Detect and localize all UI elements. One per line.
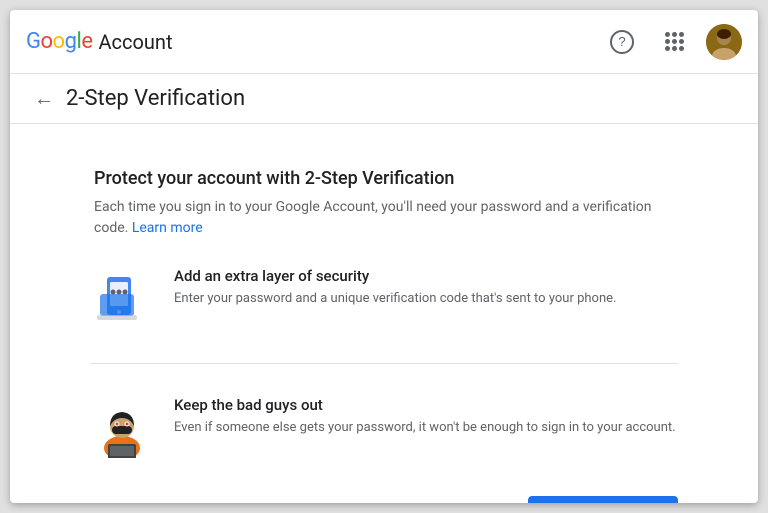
main-content: Protect your account with 2-Step Verific… [10, 124, 758, 503]
bad-guys-icon [92, 398, 152, 458]
top-bar-actions: ? [602, 22, 742, 62]
top-nav-bar: Google Account ? [10, 10, 758, 74]
account-label: Account [98, 30, 172, 54]
page-title-bar: ← 2-Step Verification [10, 74, 758, 124]
avatar-image [706, 24, 742, 60]
apps-button[interactable] [654, 22, 694, 62]
info-title: Protect your account with 2-Step Verific… [94, 168, 674, 189]
browser-frame: Google Account ? [10, 10, 758, 503]
apps-grid-icon [665, 32, 684, 51]
logo-area: Google Account [26, 29, 173, 54]
feature-row-security: Add an extra layer of security Enter you… [90, 259, 678, 339]
learn-more-link[interactable]: Learn more [132, 220, 203, 236]
help-icon: ? [610, 30, 634, 54]
page-title: 2-Step Verification [66, 86, 245, 111]
info-description: Each time you sign in to your Google Acc… [94, 197, 674, 239]
feature-row-bad-guys: Keep the bad guys out Even if someone el… [90, 388, 678, 468]
info-section: Protect your account with 2-Step Verific… [90, 168, 678, 239]
feature-title-security: Add an extra layer of security [174, 267, 616, 285]
security-icon-area [90, 267, 154, 331]
security-icon [92, 269, 152, 329]
feature-desc-bad-guys: Even if someone else gets your password,… [174, 418, 676, 438]
bottom-action: GET STARTED [90, 488, 678, 503]
get-started-button[interactable]: GET STARTED [528, 496, 678, 503]
divider [90, 363, 678, 364]
feature-desc-security: Enter your password and a unique verific… [174, 289, 616, 309]
back-button[interactable]: ← [34, 86, 54, 111]
feature-text-bad-guys: Keep the bad guys out Even if someone el… [174, 396, 676, 438]
bad-guys-icon-area [90, 396, 154, 460]
help-button[interactable]: ? [602, 22, 642, 62]
feature-title-bad-guys: Keep the bad guys out [174, 396, 676, 414]
google-logo: Google [26, 29, 92, 54]
avatar[interactable] [706, 24, 742, 60]
feature-text-security: Add an extra layer of security Enter you… [174, 267, 616, 309]
